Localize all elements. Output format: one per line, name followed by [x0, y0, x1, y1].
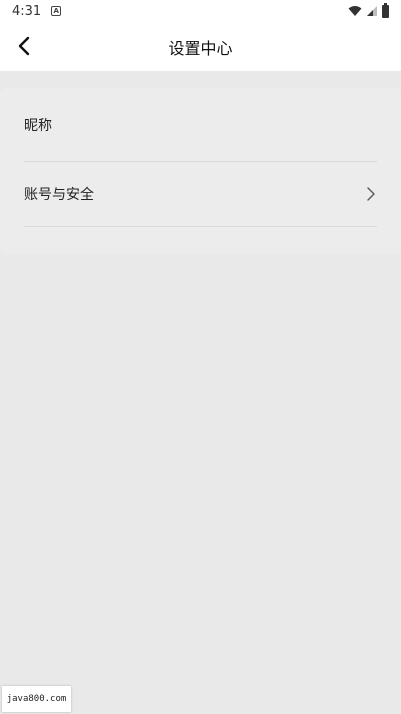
app-bar: 设置中心: [0, 22, 401, 71]
signal-icon: [367, 6, 377, 16]
back-button[interactable]: [10, 32, 38, 60]
chevron-left-icon: [18, 36, 30, 56]
watermark: java800.com: [2, 686, 71, 712]
watermark-text: java800.com: [6, 694, 67, 704]
battery-icon: [382, 2, 389, 18]
chevron-right-icon: [367, 187, 375, 201]
a-box-icon: A: [51, 6, 62, 16]
settings-item-account-security[interactable]: 账号与安全: [24, 162, 377, 227]
settings-item-label: 账号与安全: [24, 187, 94, 203]
settings-card: 昵称 账号与安全: [0, 88, 401, 254]
settings-item-nickname[interactable]: 昵称: [24, 88, 377, 162]
status-bar: 4:31 A: [0, 0, 401, 22]
wifi-icon: [348, 6, 362, 16]
settings-item-label: 昵称: [24, 117, 52, 134]
status-time: 4:31: [12, 3, 42, 19]
page-title: 设置中心: [168, 38, 233, 58]
status-icons: [348, 2, 389, 18]
